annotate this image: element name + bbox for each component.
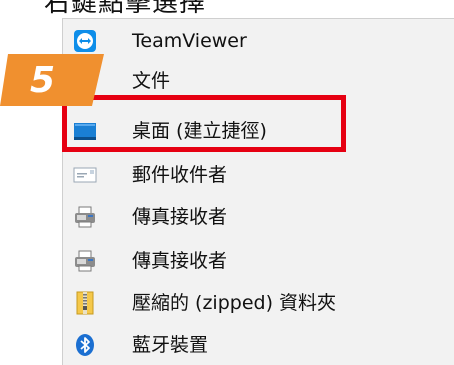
menu-item-label: 壓縮的 (zipped) 資料夾 [132,292,337,314]
fax-icon [73,249,97,273]
zip-folder-icon [73,291,97,315]
step-number: 5 [30,60,56,101]
mail-icon [73,163,97,187]
menu-item-label: 郵件收件者 [132,164,228,186]
menu-item-label: 藍牙裝置 [132,334,209,356]
send-to-submenu: TeamViewer 文件 桌面 (建立捷徑) 郵件收件者 傳真接收者 傳真接收… [62,18,454,365]
fax-icon [73,205,97,229]
step-badge: 5 [0,54,104,106]
menu-item-teamviewer[interactable]: TeamViewer [63,21,454,61]
cropped-heading: 右鍵點擊選擇 [0,0,454,20]
bluetooth-icon [73,333,97,357]
menu-item-fax-recipient-2[interactable]: 傳真接收者 [63,241,454,281]
highlight-box [62,95,346,152]
menu-item-zipped-folder[interactable]: 壓縮的 (zipped) 資料夾 [63,283,454,323]
menu-item-label: 傳真接收者 [132,206,228,228]
menu-item-fax-recipient[interactable]: 傳真接收者 [63,197,454,237]
menu-item-bluetooth-device[interactable]: 藍牙裝置 [63,325,454,365]
menu-item-label: 傳真接收者 [132,250,228,272]
teamviewer-icon [73,29,97,53]
menu-item-mail-recipient[interactable]: 郵件收件者 [63,155,454,195]
menu-item-label: 文件 [132,70,171,92]
menu-item-label: TeamViewer [132,30,247,52]
heading-text: 右鍵點擊選擇 [44,0,207,18]
